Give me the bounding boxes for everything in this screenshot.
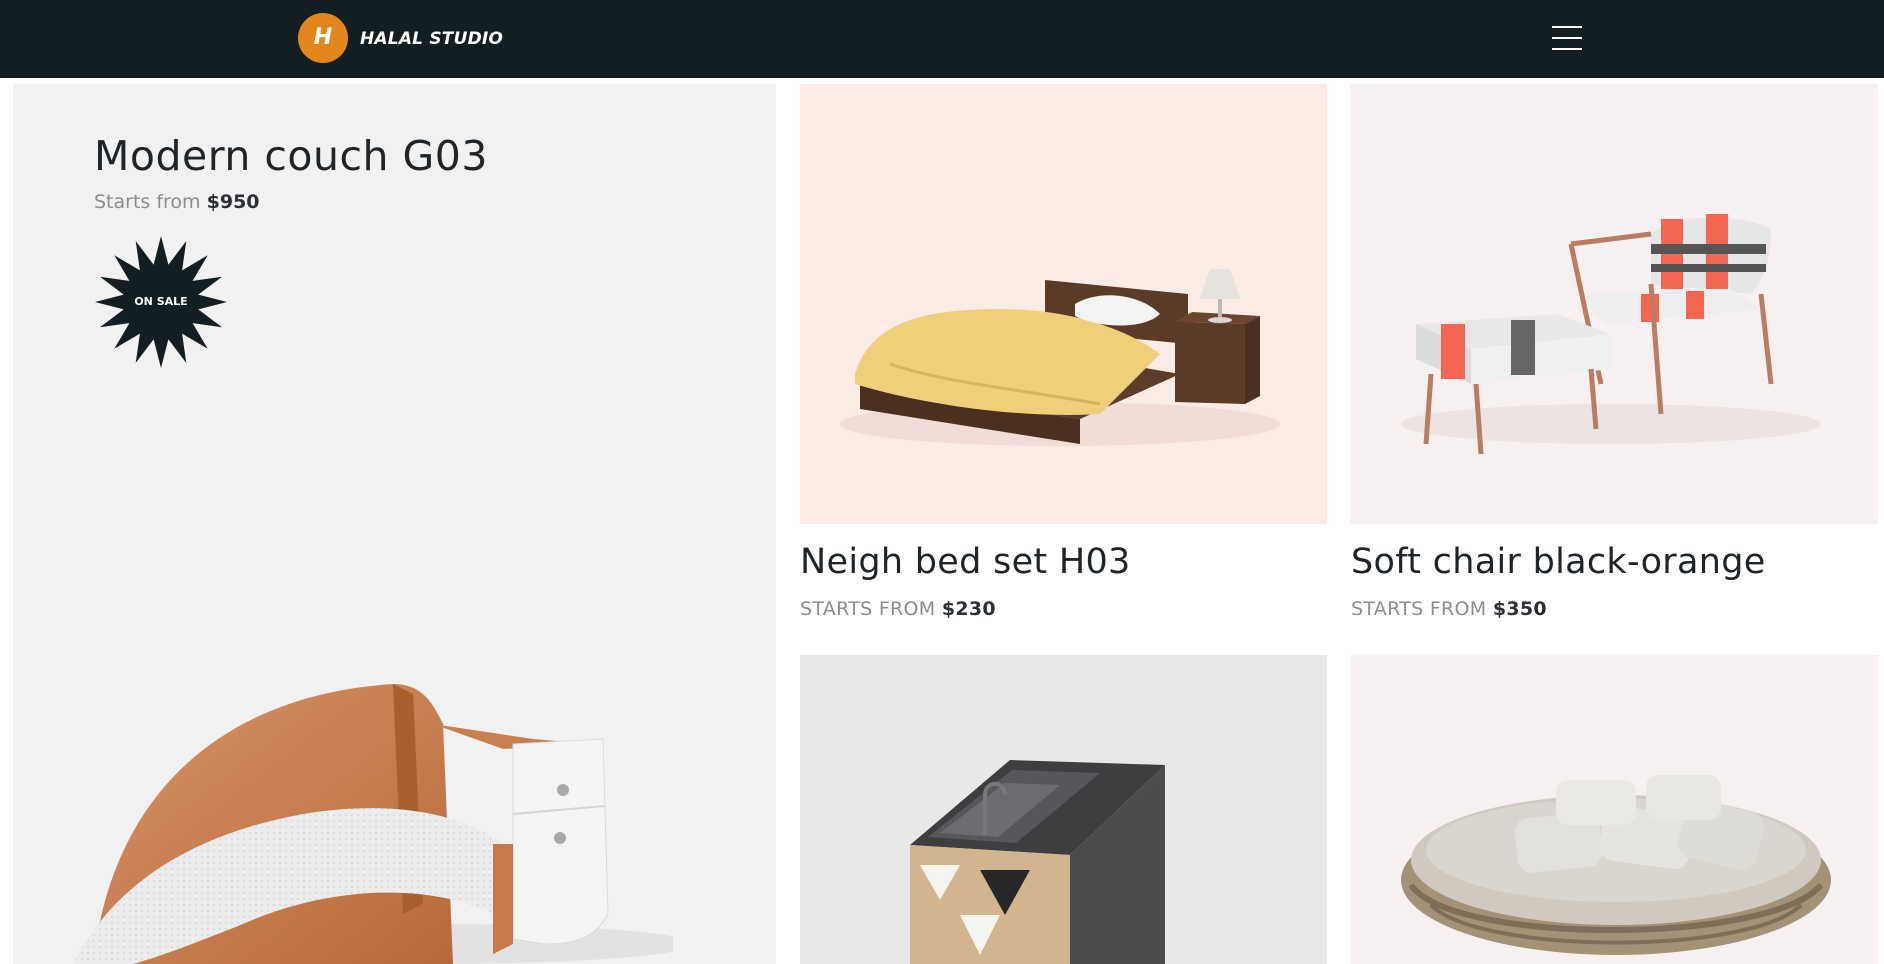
top-navbar: H HALAL STUDIO: [0, 0, 1884, 78]
chair-image: [1401, 214, 1821, 455]
couch-image: [73, 684, 673, 964]
product-image[interactable]: [1351, 84, 1878, 524]
product-image[interactable]: [1351, 655, 1878, 964]
product-price: STARTS FROM $230: [800, 598, 996, 620]
featured-product-card[interactable]: Modern couch G03 Starts from $950 ON SAL…: [13, 84, 776, 964]
brand-logo[interactable]: H: [298, 13, 348, 63]
brand-name[interactable]: HALAL STUDIO: [360, 25, 503, 53]
badge-label: ON SALE: [134, 295, 188, 308]
kitchen-island-image: [910, 760, 1165, 964]
price-value: $230: [941, 598, 996, 620]
price-value: $350: [1492, 598, 1547, 620]
price-value: $950: [206, 191, 260, 213]
product-image[interactable]: [800, 655, 1327, 964]
product-title[interactable]: Soft chair black-orange: [1351, 542, 1766, 582]
product-image[interactable]: [800, 84, 1327, 524]
on-sale-badge: ON SALE: [93, 234, 229, 370]
price-prefix: STARTS FROM: [1351, 598, 1487, 620]
featured-product-title[interactable]: Modern couch G03: [94, 132, 488, 180]
price-prefix: STARTS FROM: [800, 598, 936, 620]
featured-product-price: Starts from $950: [94, 191, 260, 213]
logo-mark: H: [313, 25, 333, 50]
product-price: STARTS FROM $350: [1351, 598, 1547, 620]
hamburger-menu-icon[interactable]: [1552, 26, 1582, 50]
round-daybed-image: [1401, 775, 1831, 955]
product-title[interactable]: Neigh bed set H03: [800, 542, 1131, 582]
price-prefix: Starts from: [94, 191, 201, 213]
bed-set-image: [840, 269, 1280, 446]
